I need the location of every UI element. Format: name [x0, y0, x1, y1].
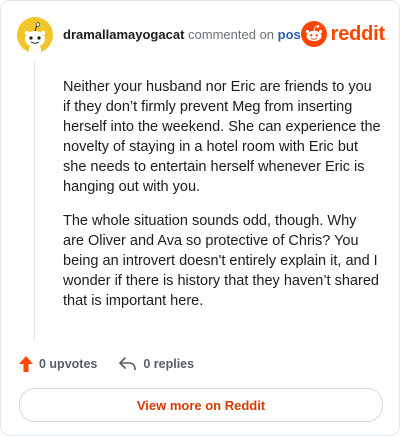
user-avatar[interactable] — [17, 17, 53, 53]
upvotes-count: 0 upvotes — [39, 357, 98, 371]
reply-button[interactable]: 0 replies — [119, 357, 194, 371]
comment-header: dramallamayogacat commented on post redd… — [15, 15, 385, 55]
comment-byline: dramallamayogacat commented on post — [63, 27, 305, 42]
upvote-arrow-icon — [19, 356, 33, 372]
replies-count: 0 replies — [143, 357, 195, 371]
reddit-brand[interactable]: reddit — [300, 20, 386, 48]
comment-paragraph: Neither your husband nor Eric are friend… — [63, 79, 381, 195]
reddit-wordmark: reddit — [330, 22, 386, 45]
comment-body: Neither your husband nor Eric are friend… — [63, 77, 381, 325]
thread-line — [34, 61, 35, 341]
comment-actions: 0 upvotes 0 replies — [19, 353, 194, 375]
action-text: commented on — [188, 27, 275, 42]
reply-arrow-icon — [119, 357, 137, 371]
upvote-button[interactable]: 0 upvotes — [19, 356, 97, 372]
comment-embed-card: dramallamayogacat commented on post redd… — [0, 0, 400, 436]
comment-paragraph: The whole situation sounds odd, though. … — [63, 213, 379, 309]
reddit-logo-icon — [300, 21, 327, 47]
username-link[interactable]: dramallamayogacat — [63, 27, 184, 42]
view-more-button[interactable]: View more on Reddit — [19, 388, 383, 422]
snoo-avatar-icon — [24, 22, 46, 53]
